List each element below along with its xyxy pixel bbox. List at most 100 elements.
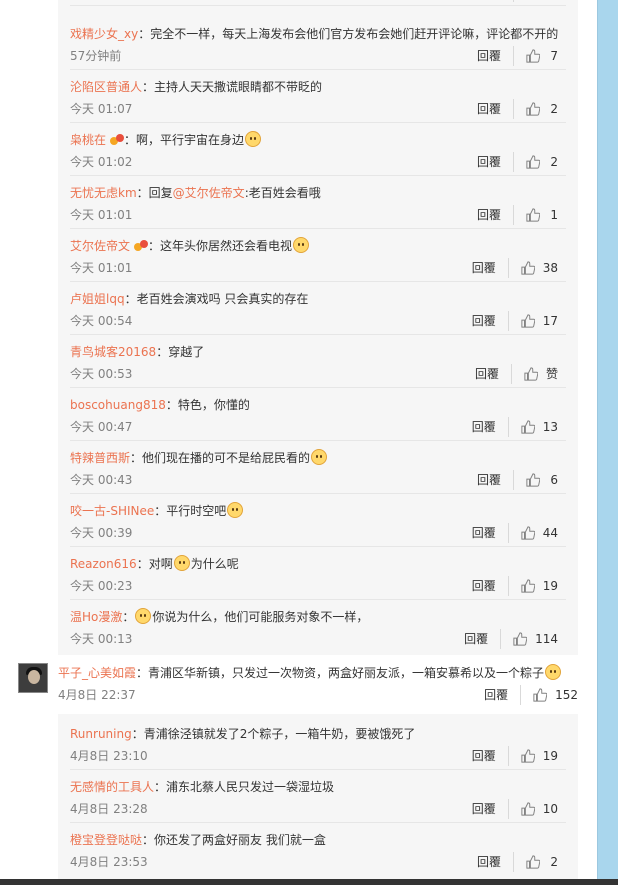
reply-button[interactable]: 回覆	[484, 685, 522, 705]
comment-username[interactable]: 平子_心美如霞	[58, 666, 136, 680]
reply-username[interactable]: 沦陷区普通人	[70, 80, 142, 94]
mention-link[interactable]: @艾尔佐帝文	[173, 186, 245, 200]
reply-actions: 回覆 赞	[475, 364, 558, 384]
reply-username[interactable]: 戏精少女_xy	[70, 27, 138, 41]
like-count: 2	[550, 102, 558, 116]
reply-content: 卢姐姐lqq：老百姓会演戏吗 只会真实的存在	[70, 292, 309, 306]
reply-meta: 今天 00:39 回覆 44	[70, 523, 566, 543]
vip-badge-icon	[110, 134, 125, 146]
reply-button[interactable]: 回覆	[475, 364, 512, 384]
reply-text: 完全不一样，每天上海发布会他们官方发布会她们赶开评论嘛，评论都不开的	[150, 27, 559, 41]
like-count: 44	[542, 526, 558, 540]
reply-username[interactable]: 枭桃在	[70, 133, 106, 147]
like-count: 10	[542, 802, 558, 816]
reply-button[interactable]: 回覆	[472, 576, 509, 596]
like-button[interactable]: 2	[526, 852, 558, 872]
reply-text: :老百姓会看哦	[244, 186, 321, 200]
reply-button[interactable]: 回覆	[477, 205, 514, 225]
reply-button[interactable]: 回覆	[472, 746, 509, 766]
like-button[interactable]: 19	[521, 576, 558, 596]
reply-username[interactable]: 咬一古-SHINee	[70, 504, 154, 518]
reply-actions: 回覆 2	[477, 152, 558, 172]
reply-username[interactable]: 艾尔佐帝文	[70, 239, 130, 253]
like-button[interactable]: 114	[513, 629, 558, 649]
like-count: 114	[535, 632, 558, 646]
reply-item: Runruning：青浦徐泾镇就发了2个粽子，一箱牛奶，要被饿死了 4月8日 23…	[70, 718, 566, 770]
like-button[interactable]: 38	[521, 258, 558, 278]
reply-time: 今天 00:47	[70, 420, 133, 434]
like-button[interactable]: 7	[526, 46, 558, 66]
like-button[interactable]: 赞	[524, 364, 558, 384]
reply-content: 艾尔佐帝文 ：这年头你居然还会看电视	[70, 236, 566, 256]
reply-button[interactable]: 回覆	[477, 99, 514, 119]
reply-text: 他们现在播的可不是给屁民看的	[142, 451, 311, 465]
reply-button[interactable]: 回覆	[472, 799, 509, 819]
reply-text: 你说为什么，他们可能服务对象不一样，	[152, 610, 369, 624]
reply-time: 今天 00:43	[70, 473, 133, 487]
like-count: 7	[550, 49, 558, 63]
thumbs-up-icon	[521, 314, 535, 328]
reply-content: 枭桃在 ：啊，平行宇宙在身边	[70, 130, 566, 150]
reply-button[interactable]: 回覆	[477, 0, 514, 2]
like-button[interactable]: 17	[521, 311, 558, 331]
reply-button[interactable]: 回覆	[472, 523, 509, 543]
reply-meta: 今天 00:43 回覆 6	[70, 470, 566, 490]
reply-button[interactable]: 回覆	[472, 258, 509, 278]
reply-item: 无感情的工具人：浦东北蔡人民只发过一袋湿垃圾 4月8日 23:28 回覆 10	[70, 771, 566, 823]
reply-username[interactable]: 橙宝登登哒哒	[70, 833, 142, 847]
thumbs-up-icon	[521, 420, 535, 434]
reply-username[interactable]: 卢姐姐lqq	[70, 292, 125, 306]
reply-actions: 回覆 2	[477, 99, 558, 119]
reply-list: 55分钟前回覆1戏精少女_xy：完全不一样，每天上海发布会他们官方发布会她们赶开…	[58, 0, 578, 655]
reply-username[interactable]: 温Ho漫激	[70, 610, 122, 624]
reply-meta: 今天 00:47 回覆 13	[70, 417, 566, 437]
reply-button[interactable]: 回覆	[477, 470, 514, 490]
reply-username[interactable]: 青鸟城客20168	[70, 345, 156, 359]
reply-actions: 回覆 6	[477, 470, 558, 490]
emoji-icon	[173, 555, 190, 571]
reply-username[interactable]: Runruning	[70, 727, 132, 741]
reply-time: 今天 00:23	[70, 579, 133, 593]
reply-username[interactable]: Reazon616	[70, 557, 137, 571]
reply-username[interactable]: boscohuang818	[70, 398, 166, 412]
like-button[interactable]: 1	[526, 0, 558, 2]
reply-button[interactable]: 回覆	[472, 311, 509, 331]
emoji-icon	[227, 502, 244, 518]
reply-meta: 今天 00:13 回覆 114	[70, 629, 566, 649]
like-button[interactable]: 152	[533, 685, 578, 705]
emoji-icon	[135, 608, 152, 624]
reply-meta: 今天 00:53 回覆 赞	[70, 364, 566, 384]
user-avatar[interactable]	[18, 663, 48, 693]
like-button[interactable]: 13	[521, 417, 558, 437]
reply-button[interactable]: 回覆	[477, 46, 514, 66]
like-count: 1	[548, 0, 558, 2]
reply-content: 沦陷区普通人：主持人天天撒谎眼睛都不带眨的	[70, 80, 323, 94]
reply-username[interactable]: 无忧无虑km	[70, 186, 137, 200]
reply-time: 今天 01:01	[70, 208, 133, 222]
reply-meta: 今天 01:07 回覆 2	[70, 99, 566, 119]
reply-button[interactable]: 回覆	[477, 852, 514, 872]
reply-meta: 今天 01:01 回覆 38	[70, 258, 566, 278]
like-button[interactable]: 10	[521, 799, 558, 819]
like-button[interactable]: 1	[526, 205, 558, 225]
reply-item: 艾尔佐帝文 ：这年头你居然还会看电视 今天 01:01 回覆 38	[70, 230, 566, 282]
reply-content: boscohuang818：特色，你懂的	[70, 398, 250, 412]
like-button[interactable]: 19	[521, 746, 558, 766]
like-button[interactable]: 2	[526, 99, 558, 119]
reply-text: 你还发了两盒好丽友 我们就一盒	[154, 833, 326, 847]
reply-username[interactable]: 无感情的工具人	[70, 780, 154, 794]
reply-actions: 回覆 10	[472, 799, 558, 819]
reply-content: Reazon616：对啊 为什么呢	[70, 555, 239, 571]
like-button[interactable]: 6	[526, 470, 558, 490]
reply-button[interactable]: 回覆	[464, 629, 502, 649]
reply-time: 4月8日 23:28	[70, 802, 148, 816]
reply-time: 今天 00:13	[70, 632, 133, 646]
reply-content: 无忧无虑km：回复@艾尔佐帝文:老百姓会看哦	[70, 186, 321, 200]
vip-badge-icon	[134, 240, 149, 252]
reply-button[interactable]: 回覆	[472, 417, 509, 437]
reply-button[interactable]: 回覆	[477, 152, 514, 172]
reply-username[interactable]: 特辣普西斯	[70, 451, 130, 465]
emoji-icon	[245, 131, 262, 147]
like-button[interactable]: 2	[526, 152, 558, 172]
like-button[interactable]: 44	[521, 523, 558, 543]
